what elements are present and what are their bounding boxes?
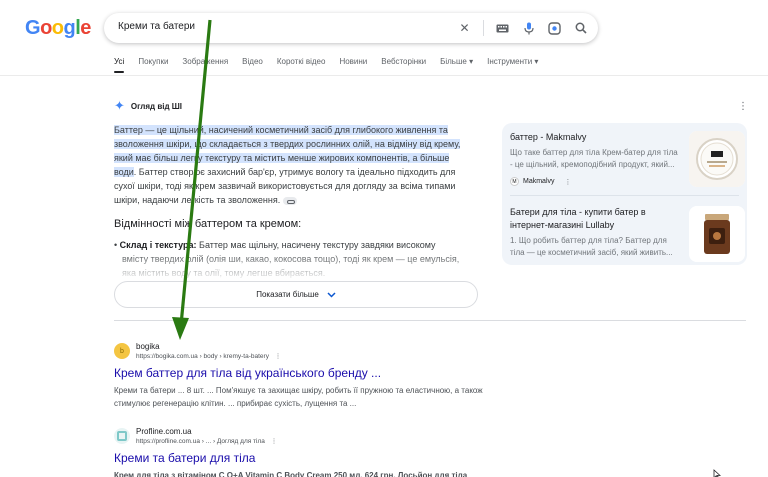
arrow-head <box>172 317 189 340</box>
annotation-arrow <box>172 19 212 340</box>
mouse-cursor-icon <box>713 469 722 477</box>
arrow-shaft <box>179 19 212 326</box>
